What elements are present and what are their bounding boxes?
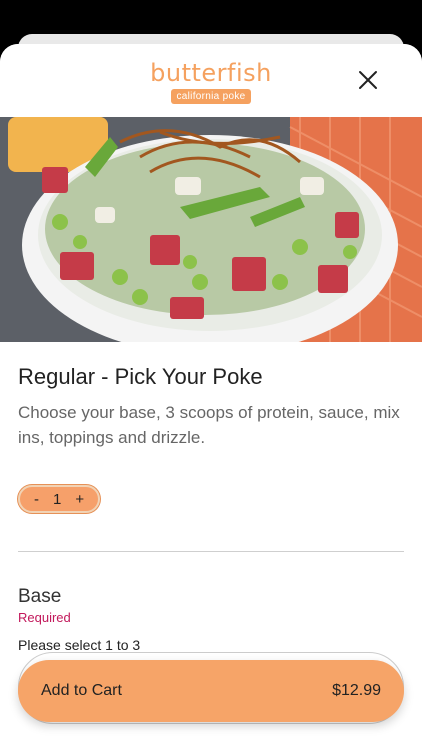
item-title: Regular - Pick Your Poke — [18, 364, 263, 389]
close-icon — [359, 71, 377, 89]
selection-hint: Please select 1 to 3 — [18, 637, 141, 653]
item-image — [0, 117, 422, 342]
required-label: Required — [18, 610, 71, 625]
section-title-base: Base — [18, 586, 62, 607]
item-details: Regular - Pick Your Poke Choose your bas… — [0, 363, 422, 653]
quantity-increase-button[interactable]: + — [75, 491, 84, 508]
modal-header: butterfish california poke — [0, 44, 422, 117]
brand-tagline: california poke — [170, 89, 252, 104]
close-button[interactable] — [358, 70, 378, 90]
quantity-decrease-button[interactable]: - — [34, 491, 39, 508]
add-to-cart-label: Add to Cart — [41, 682, 122, 699]
item-description: Choose your base, 3 scoops of protein, s… — [18, 403, 400, 447]
cart-price: $12.99 — [332, 682, 381, 699]
add-to-cart-button[interactable]: Add to Cart $12.99 — [18, 660, 404, 722]
quantity-stepper[interactable]: - 1 + — [18, 485, 101, 513]
item-modal: butterfish california poke Regular - Pic… — [0, 44, 422, 750]
quantity-value: 1 — [53, 490, 62, 508]
divider — [18, 551, 404, 552]
